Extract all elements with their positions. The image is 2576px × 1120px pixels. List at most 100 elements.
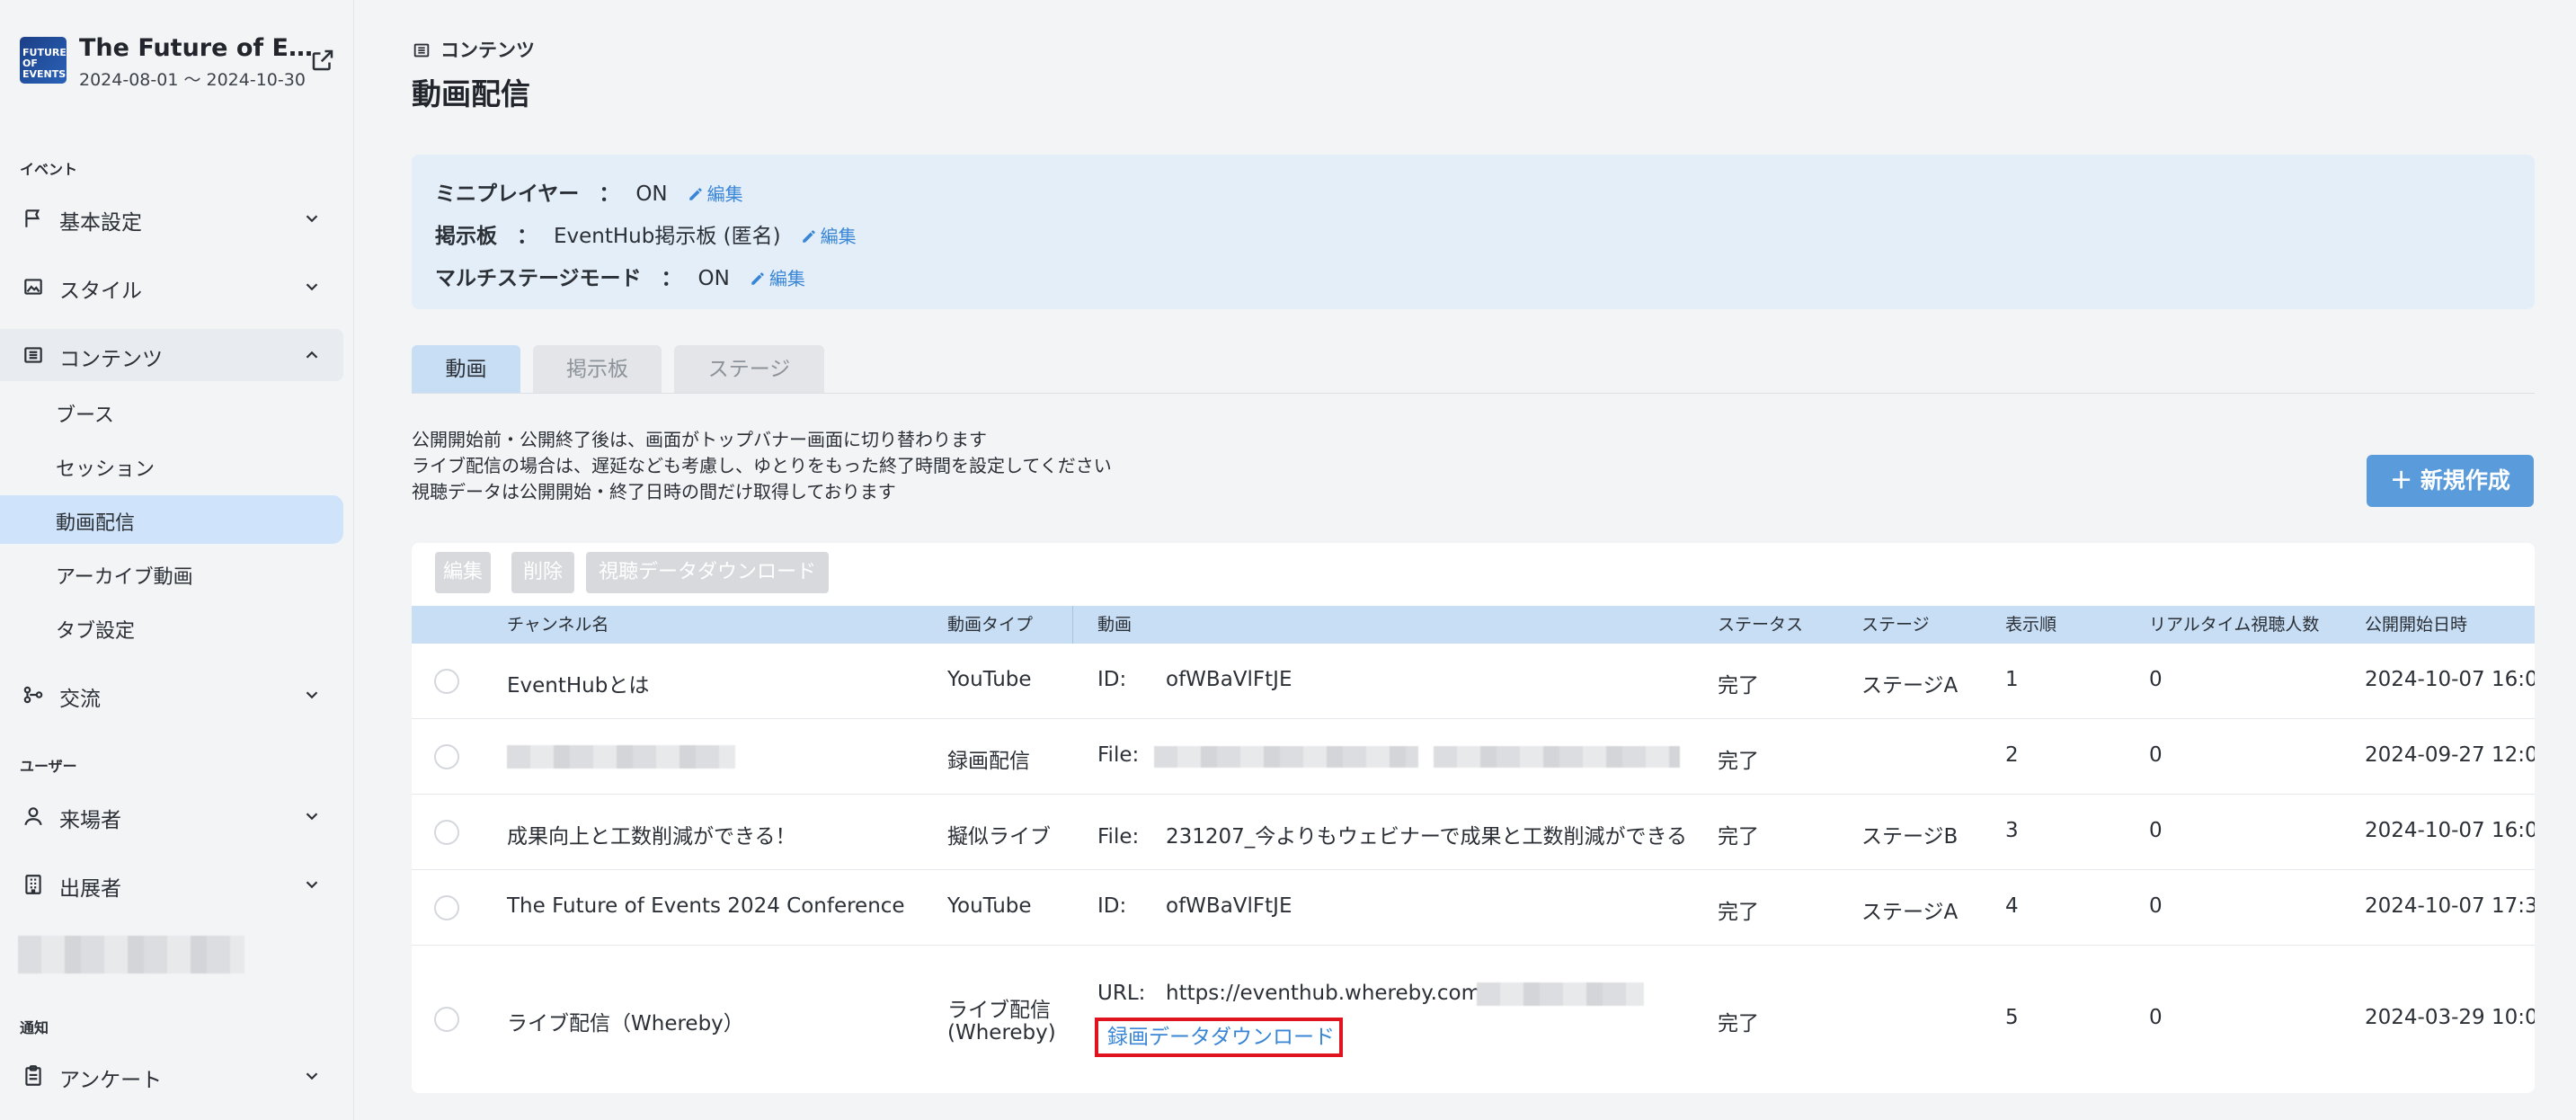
setting-value: ON [635, 182, 668, 206]
column-header[interactable]: リアルタイム視聴人数 [2149, 606, 2319, 644]
sidebar-subitem-archive-video[interactable]: アーカイブ動画 [0, 549, 343, 598]
building-icon [25, 875, 41, 894]
breadcrumb-label: コンテンツ [440, 40, 535, 61]
column-header[interactable]: チャンネル名 [507, 606, 608, 644]
delete-button[interactable]: 削除 [511, 552, 574, 593]
list-icon [413, 43, 430, 58]
chevron-down-icon [306, 691, 318, 699]
sidebar-item-basic-settings[interactable]: 基本設定 [0, 192, 343, 244]
table-row[interactable]: 成果向上と工数削減ができる！ 擬似ライブ File: 231207_今よりもウェビ… [412, 795, 2535, 870]
publish-start: 2024-09-27 12:0 [2365, 743, 2535, 767]
display-order: 1 [2005, 668, 2019, 691]
sidebar-item-visitors[interactable]: 来場者 [0, 790, 343, 842]
edit-button[interactable]: 編集 [435, 552, 491, 593]
sidebar-subitem-label: 動画配信 [56, 512, 136, 535]
row-select-radio[interactable] [434, 1007, 459, 1032]
video-key: ID: [1097, 668, 1127, 691]
video-value: ofWBaVlFtJE [1166, 668, 1292, 691]
table-row[interactable]: 録画配信 File: 完了 2 0 2024-09-27 12:0 [412, 719, 2535, 795]
edit-board-link[interactable]: 編集 [801, 226, 857, 247]
new-create-button[interactable]: ＋ 新規作成 [2367, 455, 2534, 507]
video-key: ID: [1097, 894, 1127, 918]
realtime-viewers: 0 [2149, 1006, 2163, 1029]
sidebar-subitem-session[interactable]: セッション [0, 441, 343, 490]
status: 完了 [1718, 901, 1759, 924]
column-header[interactable]: 動画タイプ [947, 606, 1033, 644]
chevron-down-icon [306, 215, 318, 223]
display-order: 2 [2005, 743, 2019, 767]
table-row[interactable]: EventHubとは YouTube ID: ofWBaVlFtJE 完了 ステー… [412, 644, 2535, 719]
setting-value: ON [697, 267, 730, 290]
edit-label: 編集 [706, 183, 743, 205]
video-value: ofWBaVlFtJE [1166, 894, 1292, 918]
tab-board[interactable]: 掲示板 [533, 345, 662, 394]
display-order: 5 [2005, 1006, 2019, 1029]
tab-video[interactable]: 動画 [412, 345, 520, 394]
chevron-down-icon [306, 283, 318, 291]
video-type: 録画配信 [947, 750, 1030, 773]
column-header[interactable]: 公開開始日時 [2365, 606, 2467, 644]
table-row[interactable]: ライブ配信（Whereby） ライブ配信 (Whereby) URL: https… [412, 946, 2535, 1093]
realtime-viewers: 0 [2149, 894, 2163, 918]
event-title[interactable]: The Future of Events 2024 Conference [79, 34, 322, 62]
column-divider [1072, 606, 1073, 644]
column-header[interactable]: ステータス [1718, 606, 1803, 644]
user-icon [24, 807, 42, 826]
column-header[interactable]: ステージ [1861, 606, 1930, 644]
video-type: YouTube [947, 894, 1032, 918]
sidebar-item-exchange[interactable]: 交流 [0, 669, 343, 721]
row-select-radio[interactable] [434, 895, 459, 920]
sidebar-subitem-tab-settings[interactable]: タブ設定 [0, 603, 343, 652]
video-value: https://eventhub.whereby.com/ [1166, 982, 1488, 1005]
row-select-radio[interactable] [434, 669, 459, 694]
column-header[interactable]: 表示順 [2005, 606, 2056, 644]
sidebar-item-exhibitors[interactable]: 出展者 [0, 858, 343, 911]
publish-start: 2024-10-07 16:0 [2365, 819, 2535, 842]
video-type: YouTube [947, 668, 1032, 691]
video-key: URL: [1097, 982, 1146, 1005]
breadcrumb: コンテンツ [412, 36, 535, 63]
column-header[interactable]: 動画 [1097, 606, 1132, 644]
sidebar-item-contents[interactable]: コンテンツ [0, 329, 343, 381]
realtime-viewers: 0 [2149, 819, 2163, 842]
setting-key: ミニプレイヤー [435, 182, 580, 206]
setting-mini-player: ミニプレイヤー ： ON 編集 [435, 176, 743, 207]
stage: ステージA [1861, 674, 1959, 698]
row-select-radio[interactable] [434, 744, 459, 769]
recording-download-link[interactable]: 録画データダウンロード [1095, 1018, 1343, 1057]
sidebar-item-survey[interactable]: アンケート [0, 1050, 343, 1102]
tab-stage[interactable]: ステージ [674, 345, 824, 394]
sidebar-item-label: コンテンツ [59, 348, 163, 371]
row-select-radio[interactable] [434, 820, 459, 845]
display-order: 3 [2005, 819, 2019, 842]
edit-multistage-link[interactable]: 編集 [750, 268, 805, 289]
chevron-down-icon [306, 813, 318, 821]
video-info: URL: https://eventhub.whereby.com/ [1097, 982, 1488, 1005]
chevron-down-icon [306, 881, 318, 889]
video-table: 編集 削除 視聴データダウンロード チャンネル名 動画タイプ 動画 ステータス … [412, 543, 2535, 1093]
sidebar-item-label: 基本設定 [59, 211, 142, 235]
sidebar-subitem-label: セッション [56, 458, 155, 481]
edit-mini-player-link[interactable]: 編集 [688, 183, 743, 205]
sidebar-item-style[interactable]: スタイル [0, 261, 343, 313]
clipboard-icon [25, 1065, 41, 1086]
sidebar-item-label: アンケート [59, 1069, 163, 1092]
video-key: File: [1097, 825, 1140, 849]
table-row[interactable]: The Future of Events 2024 Conference You… [412, 870, 2535, 946]
list-icon [24, 347, 42, 363]
sidebar-subitem-label: アーカイブ動画 [56, 566, 193, 589]
chevron-up-icon [306, 351, 318, 359]
channel-name: ライブ配信（Whereby） [507, 1012, 744, 1036]
event-logo: FUTURE OF EVENTS [20, 37, 67, 84]
tab-divider [412, 393, 2535, 394]
redacted-channel-name [507, 745, 735, 769]
channel-name: 成果向上と工数削減ができる！ [507, 825, 796, 849]
external-link-icon[interactable] [309, 47, 336, 74]
status: 完了 [1718, 750, 1759, 773]
section-label-notice: 通知 [20, 1019, 49, 1036]
pencil-icon [751, 272, 764, 285]
publish-start: 2024-03-29 10:0 [2365, 1006, 2535, 1029]
sidebar-subitem-booth[interactable]: ブース [0, 387, 343, 436]
download-viewing-data-button[interactable]: 視聴データダウンロード [586, 552, 829, 593]
sidebar-subitem-video-streaming[interactable]: 動画配信 [0, 495, 343, 544]
